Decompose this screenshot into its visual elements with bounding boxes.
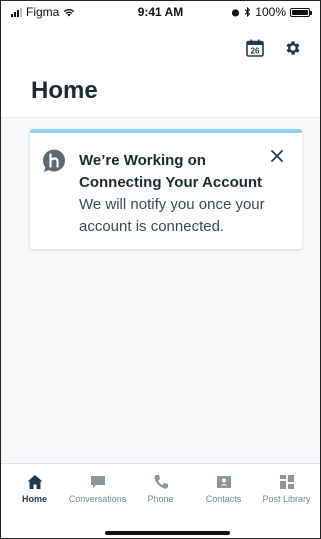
tab-post-library[interactable]: Post Library [256,470,318,504]
contact-card-icon [216,476,231,488]
page-title: Home [31,77,98,104]
bluetooth-icon [244,7,251,17]
close-icon[interactable] [270,149,284,163]
tab-home[interactable]: Home [4,470,66,504]
gear-icon [286,41,300,55]
phone-icon [154,475,168,489]
tab-conversations[interactable]: Conversations [67,470,129,504]
battery-fill [292,9,308,15]
notice-title: We’re Working on Connecting Your Account [79,152,263,191]
settings-button[interactable] [282,37,304,59]
post-library-icon [279,475,294,489]
alarm-icon [232,8,240,17]
tab-label: Contacts [205,494,242,504]
status-right: 100% [231,5,312,19]
phone-frame: Figma 9:41 AM 100% 26 Home We’re Working… [0,0,321,539]
battery-icon [290,7,312,17]
tab-bar: Home Conversations Phone Contacts Post L… [1,463,320,538]
account-status-card: We’re Working on Connecting Your Account… [30,129,302,249]
calendar-icon: 26 [246,39,264,57]
status-bar: Figma 9:41 AM 100% [1,1,320,23]
tab-label: Post Library [262,494,311,504]
app-header: 26 Home [1,23,320,118]
battery-percent: 100% [255,5,286,19]
chat-icon [90,476,105,488]
tab-label: Phone [147,494,174,504]
home-indicator [105,531,230,535]
tab-label: Home [21,494,47,504]
calendar-button[interactable]: 26 [244,37,266,59]
brand-logo-icon [43,149,65,172]
tab-contacts[interactable]: Contacts [193,470,255,504]
home-icon [27,475,42,489]
tab-phone[interactable]: Phone [130,470,192,504]
calendar-day: 26 [251,47,260,56]
header-actions: 26 [244,37,304,59]
tab-label: Conversations [68,494,127,504]
notice-body: We will notify you once your account is … [79,196,265,235]
